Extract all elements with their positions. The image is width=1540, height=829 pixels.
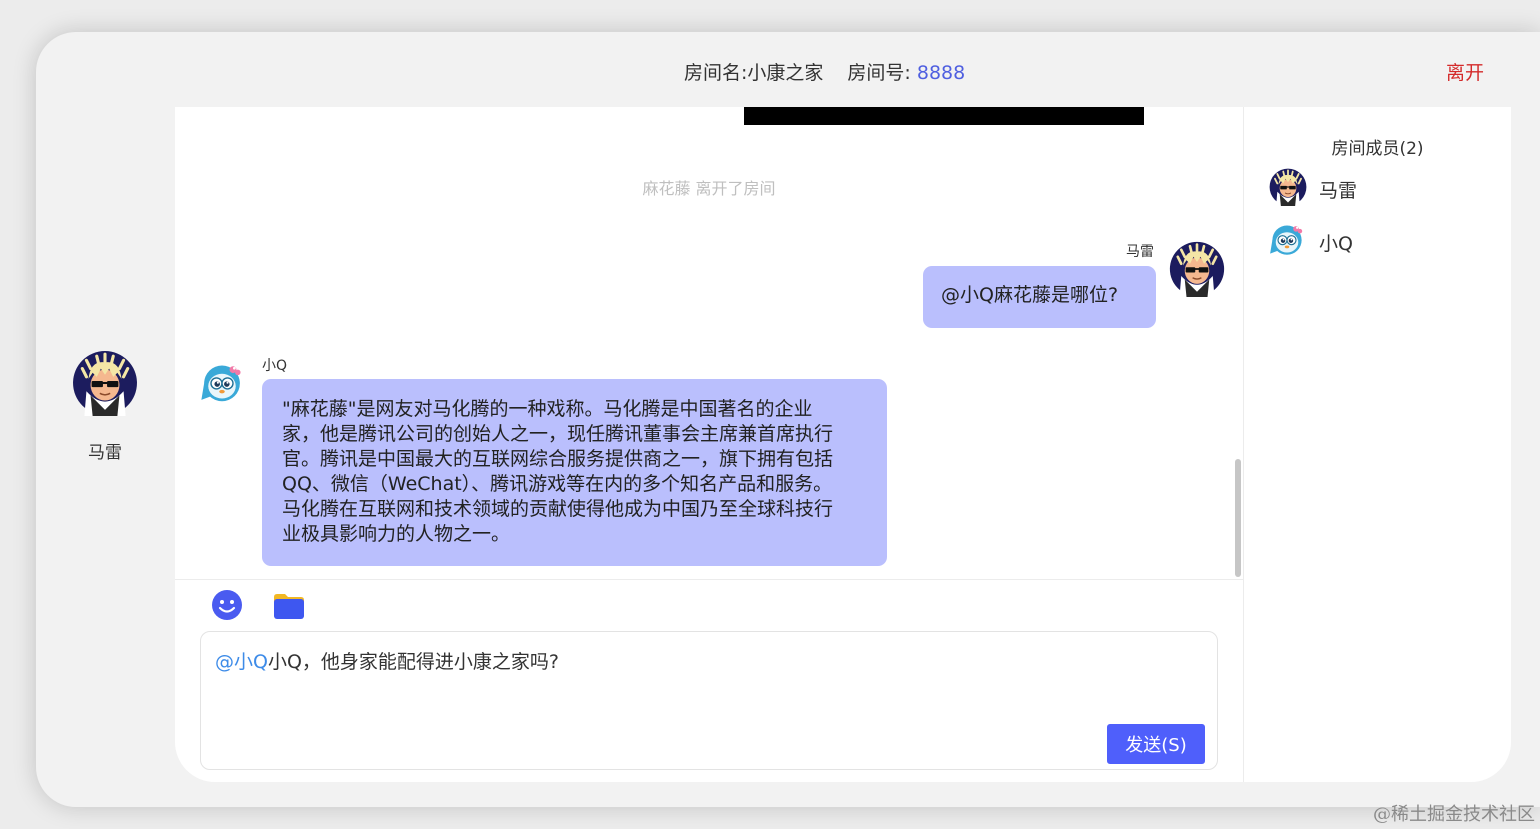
sunglasses-guy-avatar[interactable] [72, 350, 138, 416]
sunglasses-guy-avatar [1269, 168, 1307, 206]
emoji-icon[interactable] [211, 589, 243, 625]
chat-room-window: 房间名:小康之家 房间号: 8888 离开 马雷 麻花藤 离开了房间 马雷 @小Q… [36, 32, 1540, 807]
room-name: 小康之家 [747, 62, 824, 84]
room-id: 8888 [916, 62, 966, 84]
message-avatar[interactable] [200, 360, 244, 408]
draft-text: 小Q，他身家能配得进小康之家吗? [267, 651, 560, 673]
message-list[interactable]: 麻花藤 离开了房间 马雷 @小Q麻花藤是哪位? 小Q "麻花藤"是网友对马化腾的… [175, 107, 1243, 579]
message-sender-name: 马雷 [1126, 244, 1154, 260]
current-user-name: 马雷 [88, 443, 122, 463]
chat-scrollbar[interactable] [1235, 459, 1241, 577]
members-panel: 房间成员(2) 马雷 小Q [1244, 107, 1511, 782]
robot-penguin-avatar [200, 360, 244, 404]
message-line: QQ、微信（WeChat）、腾讯游戏等在内的多个知名产品和服务。 [282, 473, 833, 495]
room-name-label: 房间名: [684, 62, 748, 84]
main-panel: 麻花藤 离开了房间 马雷 @小Q麻花藤是哪位? 小Q "麻花藤"是网友对马化腾的… [175, 107, 1511, 782]
sunglasses-guy-avatar [1169, 241, 1225, 297]
watermark: @稀土掘金技术社区 [1373, 804, 1535, 825]
message-input[interactable]: @小Q小Q，他身家能配得进小康之家吗? 发送(S) [200, 631, 1218, 770]
leave-button[interactable]: 离开 [1446, 58, 1484, 85]
members-title: 房间成员(2) [1331, 139, 1424, 159]
room-info: 房间名:小康之家 房间号: 8888 [684, 58, 965, 85]
message-bubble-received: "麻花藤"是网友对马化腾的一种戏称。马化腾是中国著名的企业 家，他是腾讯公司的创… [262, 379, 887, 566]
room-id-label: 房间号: [847, 62, 911, 84]
send-button[interactable]: 发送(S) [1107, 724, 1205, 764]
message-bubble-sent: @小Q麻花藤是哪位? [923, 266, 1156, 328]
message-avatar[interactable] [1169, 241, 1225, 301]
message-line: 官。腾讯是中国最大的互联网综合服务提供商之一，旗下拥有包括 [282, 448, 834, 470]
message-input-text[interactable]: @小Q小Q，他身家能配得进小康之家吗? [215, 647, 559, 674]
message-line: "麻花藤"是网友对马化腾的一种戏称。马化腾是中国著名的企业 [282, 398, 813, 420]
message-line: 马化腾在互联网和技术领域的贡献使得他成为中国乃至全球科技行 [282, 498, 834, 520]
current-user-profile: 马雷 [72, 350, 138, 463]
header-bar: 房间名:小康之家 房间号: 8888 离开 [36, 32, 1540, 108]
media-bar [744, 107, 1144, 125]
message-sender-name: 小Q [262, 358, 288, 374]
composer-divider [175, 579, 1243, 580]
member-name: 小Q [1319, 233, 1353, 255]
member-name: 马雷 [1319, 180, 1358, 202]
message-line: 业极具影响力的人物之一。 [282, 523, 511, 545]
system-message: 麻花藤 离开了房间 [642, 179, 776, 198]
folder-icon[interactable] [273, 592, 305, 624]
robot-penguin-avatar [1269, 221, 1305, 257]
mention-tag[interactable]: @小Q [215, 651, 268, 673]
message-line: 家，他是腾讯公司的创始人之一，现任腾讯董事会主席兼首席执行 [282, 423, 834, 445]
